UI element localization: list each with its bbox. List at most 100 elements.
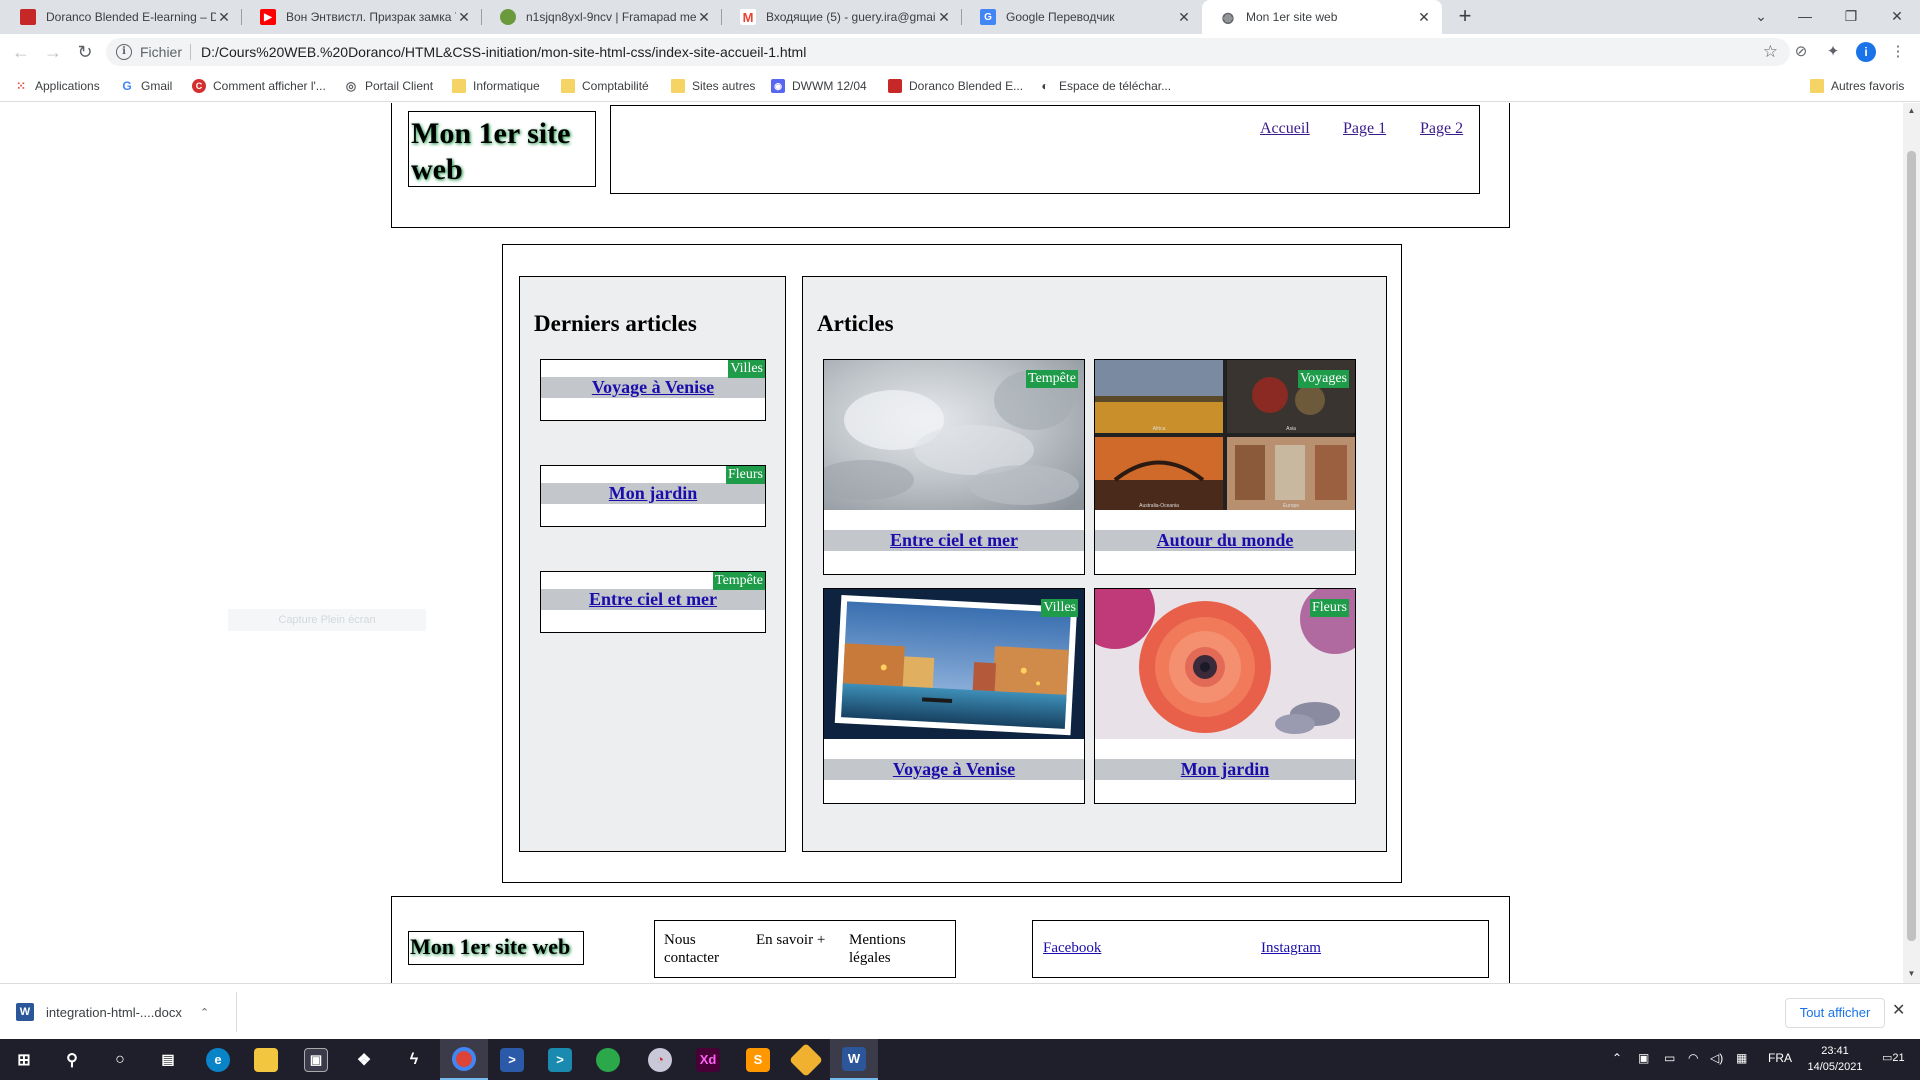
bookmark-star-icon[interactable]: ☆ — [1763, 42, 1778, 62]
bookmark-label: Comptabilité — [582, 79, 649, 93]
wifi-icon[interactable]: ◠ — [1688, 1051, 1698, 1065]
scrollbar-thumb[interactable] — [1907, 151, 1916, 941]
instagram-link[interactable]: Instagram — [1261, 940, 1321, 957]
nav-link-page-1[interactable]: Page 1 — [1343, 120, 1386, 138]
scroll-down-icon[interactable]: ▼ — [1903, 969, 1920, 978]
bookmark-informatique[interactable]: Informatique — [452, 77, 540, 95]
sidebar-article-card[interactable]: Entre ciel et mer Tempête — [540, 571, 766, 633]
close-tab-icon[interactable]: ✕ — [936, 9, 952, 26]
restore-icon[interactable]: ❐ — [1828, 0, 1874, 34]
cortana-button[interactable]: ○ — [96, 1039, 144, 1080]
taskbar-dropbox[interactable]: ❖ — [340, 1039, 388, 1080]
tab-framapad[interactable]: n1sjqn8yxl-9ncv | Framapad mer ✕ — [482, 0, 722, 34]
taskbar-store[interactable]: ▣ — [292, 1039, 340, 1080]
taskbar-git[interactable] — [782, 1039, 830, 1080]
tab-gmail[interactable]: M Входящие (5) - guery.ira@gmail. ✕ — [722, 0, 962, 34]
bookmark-gmail[interactable]: G Gmail — [120, 77, 172, 95]
taskbar-app-cloud[interactable]: ◔ — [636, 1039, 684, 1080]
system-clock[interactable]: 23:41 14/05/2021 — [1800, 1043, 1870, 1075]
keyboard-icon[interactable]: ▦ — [1736, 1051, 1747, 1065]
close-tab-icon[interactable]: ✕ — [1416, 9, 1432, 26]
taskbar-powershell[interactable]: > — [488, 1039, 536, 1080]
close-download-bar-icon[interactable]: ✕ — [1892, 1000, 1905, 1020]
taskbar-terminal[interactable]: > — [536, 1039, 584, 1080]
close-tab-icon[interactable]: ✕ — [456, 9, 472, 26]
back-icon[interactable]: ← — [8, 39, 34, 65]
nav-link-accueil[interactable]: Accueil — [1260, 120, 1310, 138]
footer-link-contact[interactable]: Nous contacter — [664, 931, 734, 967]
taskbar-app-bolt[interactable]: ϟ — [390, 1039, 438, 1080]
chevron-up-icon[interactable]: ⌃ — [1612, 1051, 1622, 1065]
profile-avatar[interactable]: i — [1856, 42, 1876, 62]
sidebar-article-card[interactable]: Mon jardin Fleurs — [540, 465, 766, 527]
article-card[interactable]: Africa Asia Australia-Oceania Europe Aut… — [1094, 359, 1356, 575]
bookmark-applications[interactable]: ⁙ Applications — [14, 77, 100, 95]
task-view-button[interactable]: ▤ — [144, 1039, 192, 1080]
tab-search-icon[interactable]: ⌄ — [1738, 0, 1784, 34]
menu-dots-icon[interactable]: ⋮ — [1888, 42, 1908, 62]
reload-icon[interactable]: ↻ — [72, 39, 98, 65]
chevron-up-icon[interactable]: ⌃ — [200, 1006, 209, 1019]
site-logo: Mon 1er site web — [408, 111, 596, 187]
forward-icon[interactable]: → — [40, 39, 66, 65]
taskbar-sublime[interactable]: S — [734, 1039, 782, 1080]
bookmark-espace-telechargement[interactable]: ◐ Espace de téléchar... — [1038, 77, 1171, 95]
taskbar-edge[interactable]: e — [194, 1039, 242, 1080]
bookmark-dwwm[interactable]: ◉ DWWM 12/04 — [771, 77, 867, 95]
scroll-up-icon[interactable]: ▲ — [1903, 106, 1920, 115]
sidebar-article-link[interactable]: Mon jardin — [541, 483, 765, 504]
bookmark-portail-client[interactable]: ◎ Portail Client — [344, 77, 433, 95]
tab-doranco[interactable]: Doranco Blended E-learning – DC ✕ — [2, 0, 242, 34]
bookmark-comment-afficher[interactable]: C Comment afficher l'... — [192, 77, 326, 95]
footer-social: Facebook Instagram — [1032, 920, 1489, 978]
extensions-puzzle-icon[interactable]: ✦ — [1823, 42, 1843, 62]
minimize-icon[interactable]: — — [1782, 0, 1828, 34]
article-card[interactable]: Voyage à Venise Villes — [823, 588, 1085, 804]
sidebar-article-link[interactable]: Entre ciel et mer — [541, 589, 765, 610]
address-url[interactable]: D:/Cours%20WEB.%20Doranco/HTML&CSS-initi… — [201, 44, 806, 60]
bookmark-doranco[interactable]: Doranco Blended E... — [888, 77, 1023, 95]
article-card[interactable]: Mon jardin Fleurs — [1094, 588, 1356, 804]
tab-google-translate[interactable]: G Google Переводчик ✕ — [962, 0, 1202, 34]
close-tab-icon[interactable]: ✕ — [1176, 9, 1192, 26]
article-link[interactable]: Voyage à Venise — [824, 759, 1084, 780]
footer-link-mentions[interactable]: Mentions légales — [849, 931, 929, 967]
bookmark-comptabilite[interactable]: Comptabilité — [561, 77, 649, 95]
device-icon[interactable]: ▣ — [1638, 1051, 1649, 1065]
search-button[interactable]: ⚲ — [48, 1039, 96, 1080]
download-item[interactable]: W integration-html-....docx ⌃ — [16, 998, 209, 1026]
taskbar-file-explorer[interactable] — [242, 1039, 290, 1080]
tab-youtube[interactable]: ▶ Вон Энтвистл. Призрак замка Т ✕ — [242, 0, 482, 34]
taskbar-chrome[interactable] — [440, 1039, 488, 1080]
battery-icon[interactable]: ▭ — [1664, 1051, 1675, 1065]
category-tag: Villes — [728, 360, 765, 378]
taskbar-globe-app[interactable] — [584, 1039, 632, 1080]
language-indicator[interactable]: FRA — [1768, 1051, 1792, 1065]
sidebar-article-card[interactable]: Voyage à Venise Villes — [540, 359, 766, 421]
article-link[interactable]: Mon jardin — [1095, 759, 1355, 780]
taskbar-adobe-xd[interactable]: Xd — [684, 1039, 732, 1080]
bookmark-sites-autres[interactable]: Sites autres — [671, 77, 755, 95]
article-link[interactable]: Entre ciel et mer — [824, 530, 1084, 551]
page-scrollbar[interactable]: ▲ ▼ — [1903, 103, 1920, 983]
sidebar-article-link[interactable]: Voyage à Venise — [541, 377, 765, 398]
show-all-downloads-button[interactable]: Tout afficher — [1785, 998, 1885, 1028]
extension-sync-icon[interactable]: ⊘ — [1791, 42, 1811, 62]
article-card[interactable]: Entre ciel et mer Tempête — [823, 359, 1085, 575]
volume-icon[interactable]: ◁) — [1710, 1051, 1723, 1065]
site-info-icon[interactable]: i — [116, 44, 132, 60]
new-tab-icon[interactable]: + — [1452, 4, 1478, 30]
address-bar[interactable]: i Fichier D:/Cours%20WEB.%20Doranco/HTML… — [106, 38, 1790, 66]
nav-link-page-2[interactable]: Page 2 — [1420, 120, 1463, 138]
close-tab-icon[interactable]: ✕ — [696, 9, 712, 26]
bookmark-other-favorites[interactable]: Autres favoris — [1810, 77, 1904, 95]
notification-center-icon[interactable]: ▭21 — [1882, 1051, 1905, 1064]
tab-mon-site[interactable]: ◍ Mon 1er site web ✕ — [1202, 0, 1442, 34]
start-button[interactable]: ⊞ — [0, 1039, 48, 1080]
close-window-icon[interactable]: ✕ — [1874, 0, 1920, 34]
article-link[interactable]: Autour du monde — [1095, 530, 1355, 551]
footer-link-en-savoir[interactable]: En savoir + — [756, 931, 825, 949]
taskbar-word[interactable]: W — [830, 1039, 878, 1080]
close-tab-icon[interactable]: ✕ — [216, 9, 232, 26]
facebook-link[interactable]: Facebook — [1043, 940, 1101, 957]
